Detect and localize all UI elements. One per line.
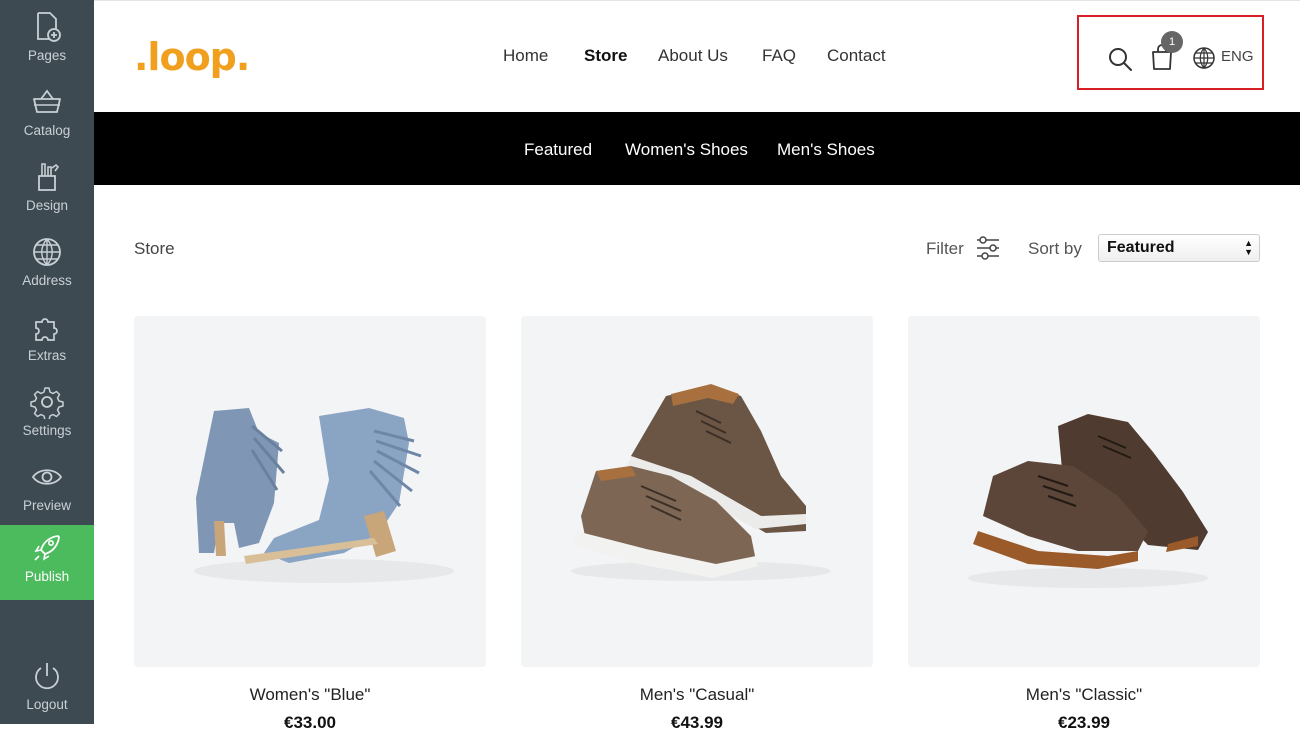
select-arrows-icon: ▲ ▼	[1244, 238, 1253, 257]
filter-button-label[interactable]: Filter	[926, 239, 964, 259]
design-tools-icon	[38, 163, 60, 191]
category-womens-shoes[interactable]: Women's Shoes	[625, 140, 748, 160]
search-icon[interactable]	[1106, 45, 1134, 73]
sidebar-item-logout[interactable]: Logout	[0, 653, 94, 728]
product-card[interactable]: Men's "Casual" €43.99	[521, 316, 873, 733]
product-price: €43.99	[671, 713, 723, 732]
product-name[interactable]: Women's "Blue"	[134, 685, 486, 705]
language-selector[interactable]: ENG	[1221, 48, 1254, 65]
sidebar-item-label: Publish	[24, 569, 70, 584]
sidebar: Pages Catalog Design Address Extras Sett…	[0, 0, 94, 724]
sort-select[interactable]: Featured ▲ ▼	[1098, 234, 1260, 262]
nav-contact[interactable]: Contact	[827, 46, 886, 66]
sidebar-item-label: Settings	[22, 423, 72, 438]
sidebar-item-pages[interactable]: Pages	[0, 4, 94, 79]
product-price: €23.99	[1058, 713, 1110, 732]
brown-casual-sneakers-image	[571, 384, 831, 581]
site-logo[interactable]: .loop.	[134, 35, 250, 79]
product-card[interactable]: Men's "Classic" €23.99	[908, 316, 1260, 733]
category-mens-shoes[interactable]: Men's Shoes	[777, 140, 875, 160]
basket-icon	[33, 89, 61, 113]
product-image[interactable]	[521, 316, 873, 667]
sidebar-item-label: Preview	[22, 498, 71, 513]
sidebar-item-settings[interactable]: Settings	[0, 379, 94, 454]
nav-store[interactable]: Store	[584, 46, 627, 66]
nav-home[interactable]: Home	[503, 46, 548, 66]
product-price: €33.00	[284, 713, 336, 732]
rocket-icon	[34, 535, 60, 561]
sidebar-item-extras[interactable]: Extras	[0, 304, 94, 379]
category-bar: Featured Women's Shoes Men's Shoes	[94, 112, 1300, 185]
globe-icon	[33, 238, 61, 266]
power-icon	[35, 663, 59, 690]
site-header: .loop. Home Store About Us FAQ Contact 1…	[94, 0, 1300, 113]
product-name[interactable]: Men's "Classic"	[908, 685, 1260, 705]
sidebar-item-label: Design	[25, 198, 69, 213]
product-image[interactable]	[908, 316, 1260, 667]
category-featured[interactable]: Featured	[524, 140, 592, 160]
nav-faq[interactable]: FAQ	[762, 46, 796, 66]
sidebar-item-address[interactable]: Address	[0, 229, 94, 304]
sidebar-item-catalog[interactable]: Catalog	[0, 79, 94, 154]
brown-oxford-shoes-image	[968, 414, 1208, 588]
globe-icon[interactable]	[1192, 46, 1216, 70]
puzzle-icon	[35, 318, 58, 341]
nav-about-us[interactable]: About Us	[658, 46, 728, 66]
sidebar-item-label: Extras	[27, 348, 67, 363]
blue-fringe-boots-image	[194, 408, 454, 583]
store-page: .loop. Home Store About Us FAQ Contact 1…	[94, 0, 1300, 732]
product-card[interactable]: Women's "Blue" €33.00	[134, 316, 486, 733]
sidebar-item-preview[interactable]: Preview	[0, 454, 94, 529]
sidebar-item-label: Logout	[26, 697, 68, 712]
product-image[interactable]	[134, 316, 486, 667]
filter-sliders-icon[interactable]	[974, 234, 1002, 262]
sidebar-item-label: Catalog	[23, 123, 71, 138]
store-toolbar: Store Filter Sort by Featured ▲ ▼	[94, 230, 1300, 266]
eye-icon	[31, 469, 63, 485]
page-add-icon	[37, 12, 61, 42]
cart-count-badge: 1	[1161, 31, 1183, 53]
sort-by-label: Sort by	[1028, 239, 1082, 258]
sort-selected-value: Featured	[1107, 239, 1175, 256]
sidebar-item-design[interactable]: Design	[0, 154, 94, 229]
sidebar-item-label: Pages	[27, 48, 67, 63]
breadcrumb[interactable]: Store	[134, 239, 175, 259]
sidebar-item-label: Address	[22, 273, 72, 288]
sidebar-item-publish[interactable]: Publish	[0, 525, 94, 600]
product-name[interactable]: Men's "Casual"	[521, 685, 873, 705]
gear-icon	[30, 387, 64, 419]
